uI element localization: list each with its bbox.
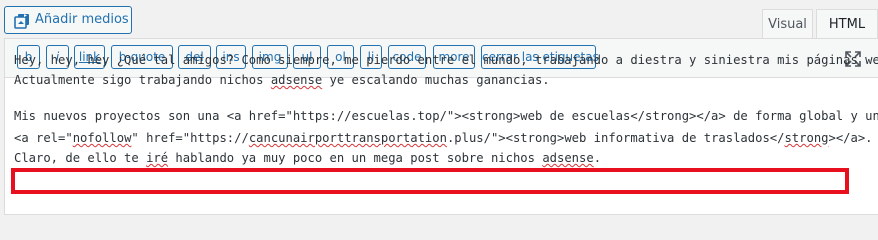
- add-media-button[interactable]: Añadir medios: [4, 6, 132, 34]
- add-media-label: Añadir medios: [35, 12, 129, 27]
- spellcheck-word: iré: [146, 151, 169, 165]
- content-line: Claro, de ello te iré hablando ya muy po…: [14, 151, 602, 165]
- spellcheck-word: nofollow: [72, 131, 132, 145]
- spellcheck-word: adsense: [270, 73, 323, 87]
- content-line: Actualmente sigo trabajando nichos adsen…: [14, 73, 550, 87]
- spellcheck-word: strong: [784, 131, 829, 145]
- content-line: <a rel="nofollow" href="https://cancunai…: [14, 131, 873, 145]
- content-line: Mis nuevos proyectos son una <a href="ht…: [14, 109, 878, 123]
- tab-html[interactable]: HTML: [816, 9, 878, 39]
- tab-visual[interactable]: Visual: [762, 9, 813, 39]
- spellcheck-word: cancunairporttransportation: [248, 131, 447, 145]
- content-line: Hey, hey, hey ¿Qué tal amigos? Como siem…: [14, 53, 878, 67]
- media-icon: [14, 14, 29, 29]
- spellcheck-word: adsense: [542, 151, 594, 165]
- highlight-box: [11, 168, 849, 194]
